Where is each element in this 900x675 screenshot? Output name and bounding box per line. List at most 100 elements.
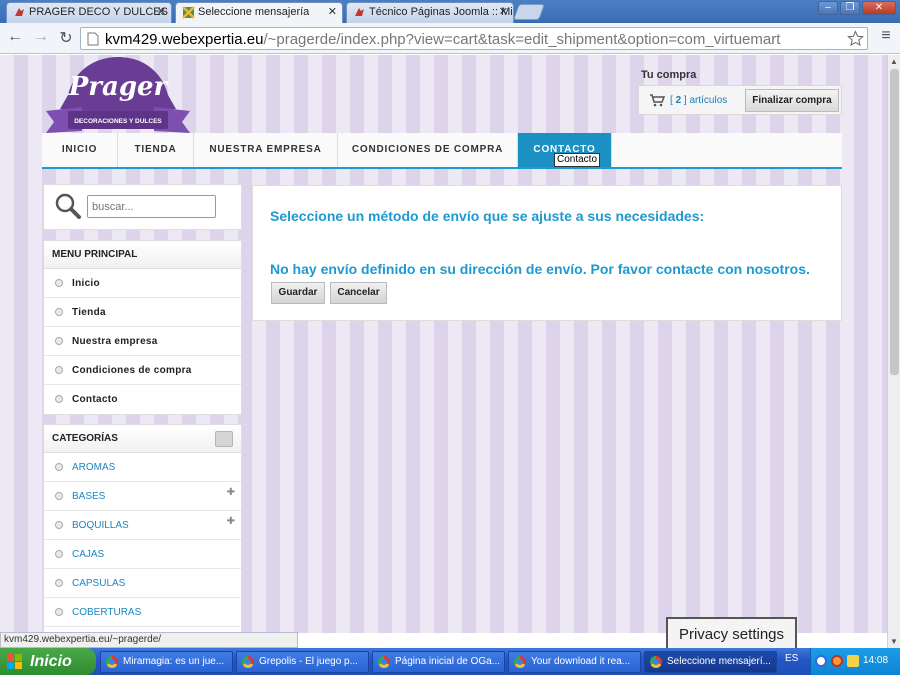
main-menu-item-condiciones[interactable]: Condiciones de compra xyxy=(44,356,241,385)
task-label: Miramagia: es un jue... xyxy=(123,656,225,667)
task-label: Your download it rea... xyxy=(531,656,631,667)
checkout-button[interactable]: Finalizar compra xyxy=(745,89,839,112)
tab-close-icon[interactable]: ✕ xyxy=(157,3,166,22)
main-menu-item-tienda[interactable]: Tienda xyxy=(44,298,241,327)
chrome-icon xyxy=(378,656,390,668)
category-label: CAJAS xyxy=(72,549,105,560)
category-item-capsulas[interactable]: CAPSULAS xyxy=(44,569,241,598)
page-icon xyxy=(87,32,99,46)
categories-module: CATEGORÍAS AROMAS BASES ✚ BOQUILLAS ✚ CAJA… xyxy=(43,424,242,633)
tab-title: Seleccione mensajería xyxy=(198,6,310,18)
main-menu-item-contacto[interactable]: Contacto xyxy=(44,385,241,414)
bullet-icon xyxy=(55,463,63,471)
browser-toolbar: ← → ↻ kvm429.webexpertia.eu/~pragerde/in… xyxy=(0,23,900,54)
menu-item-label: Tienda xyxy=(72,307,106,318)
category-item-aromas[interactable]: AROMAS xyxy=(44,453,241,482)
tab-tecnico-joomla[interactable]: Técnico Páginas Joomla :: Mi ✕ xyxy=(346,2,514,23)
category-label: CAPSULAS xyxy=(72,578,126,589)
reload-icon[interactable]: ↻ xyxy=(56,28,76,48)
start-button[interactable]: Inicio xyxy=(0,648,96,675)
cart-title: Tu compra xyxy=(641,69,697,81)
language-indicator[interactable]: ES xyxy=(785,653,798,664)
tab-close-icon[interactable]: ✕ xyxy=(499,3,508,22)
start-label: Inicio xyxy=(30,653,72,670)
task-label: Página inicial de OGa... xyxy=(395,656,501,667)
categories-title: CATEGORÍAS xyxy=(44,425,241,453)
menu-item-label: Contacto xyxy=(72,394,118,405)
forward-arrow-icon[interactable]: → xyxy=(31,28,51,46)
bullet-icon xyxy=(55,366,63,374)
main-menu-item-inicio[interactable]: Inicio xyxy=(44,269,241,298)
bookmark-star-icon[interactable] xyxy=(847,30,864,47)
category-label: BOQUILLAS xyxy=(72,520,129,531)
page-scrollbar[interactable]: ▲ ▼ xyxy=(887,55,900,648)
expand-arrow-icon[interactable]: ✚ xyxy=(227,507,235,536)
joomla-favicon-icon xyxy=(355,8,364,16)
cart-count-label: artículos xyxy=(689,95,728,106)
category-item-coberturas[interactable]: COBERTURAS xyxy=(44,598,241,627)
tab-close-icon[interactable]: ✕ xyxy=(328,3,337,22)
menu-item-label: Inicio xyxy=(72,278,100,289)
tab-title: Técnico Páginas Joomla :: Mi xyxy=(369,6,513,18)
category-item-cajas[interactable]: CAJAS xyxy=(44,540,241,569)
bullet-icon xyxy=(55,579,63,587)
tab-seleccione-mensajeria[interactable]: Seleccione mensajería ✕ xyxy=(175,2,343,23)
bullet-icon xyxy=(55,395,63,403)
shipment-panel: Seleccione un método de envío que se aju… xyxy=(252,185,842,321)
chrome-icon xyxy=(106,656,118,668)
tray-network-icon[interactable] xyxy=(847,655,859,667)
logo-name: Prager xyxy=(68,72,170,102)
url-path: /~pragerde/index.php?view=cart&task=edit… xyxy=(263,31,781,48)
tray-back-icon[interactable] xyxy=(815,655,827,667)
new-tab-button[interactable] xyxy=(513,4,545,20)
save-button[interactable]: Guardar xyxy=(271,282,325,304)
privacy-settings-button[interactable]: Privacy settings xyxy=(666,617,797,650)
menu-item-label: Condiciones de compra xyxy=(72,365,192,376)
categories-title-text: CATEGORÍAS xyxy=(52,433,118,444)
shipment-heading: Seleccione un método de envío que se aju… xyxy=(270,208,705,224)
joomla-favicon-icon xyxy=(15,8,24,16)
clock[interactable]: 14:08 xyxy=(863,655,888,666)
prager-logo[interactable]: Prager DECORACIONES Y DULCES xyxy=(42,55,194,135)
main-menu-item-nuestra-empresa[interactable]: Nuestra empresa xyxy=(44,327,241,356)
nav-tienda[interactable]: TIENDA xyxy=(118,133,194,167)
windows-taskbar: Inicio Miramagia: es un jue... Grepolis … xyxy=(0,648,900,675)
shopping-cart-icon xyxy=(650,94,665,107)
minimize-button[interactable]: – xyxy=(818,1,838,15)
back-arrow-icon[interactable]: ← xyxy=(5,28,25,46)
search-module xyxy=(43,184,242,230)
taskbar-item-miramagia[interactable]: Miramagia: es un jue... xyxy=(100,651,233,673)
scrollbar-thumb[interactable] xyxy=(890,69,899,375)
taskbar-item-ogame[interactable]: Página inicial de OGa... xyxy=(372,651,505,673)
category-label: COBERTURAS xyxy=(72,607,142,618)
search-icon[interactable] xyxy=(54,192,82,220)
category-item-boquillas[interactable]: BOQUILLAS ✚ xyxy=(44,511,241,540)
tab-prager-deco[interactable]: PRAGER DECO Y DULCES - A ✕ xyxy=(6,2,172,23)
browser-menu-icon[interactable]: ≡ xyxy=(876,27,896,45)
nav-nuestra-empresa[interactable]: NUESTRA EMPRESA xyxy=(194,133,338,167)
category-item-bases[interactable]: BASES ✚ xyxy=(44,482,241,511)
maximize-button[interactable]: ❐ xyxy=(840,1,860,15)
taskbar-item-grepolis[interactable]: Grepolis - El juego p... xyxy=(236,651,369,673)
box-icon xyxy=(215,431,233,447)
cart-count-number: 2 xyxy=(675,95,682,106)
tray-app-icon[interactable] xyxy=(831,655,843,667)
scroll-down-arrow-icon[interactable]: ▼ xyxy=(890,637,898,646)
expand-arrow-icon[interactable]: ✚ xyxy=(227,478,235,507)
close-window-button[interactable]: ✕ xyxy=(862,1,896,15)
search-input[interactable] xyxy=(87,195,216,218)
main-menu-title: MENU PRINCIPAL xyxy=(44,241,241,269)
chrome-icon xyxy=(514,656,526,668)
nav-condiciones-de-compra[interactable]: CONDICIONES DE COMPRA xyxy=(338,133,518,167)
browser-tab-strip: PRAGER DECO Y DULCES - A ✕ Seleccione me… xyxy=(0,0,900,23)
bullet-icon xyxy=(55,308,63,316)
nav-inicio[interactable]: INICIO xyxy=(42,133,118,167)
nav-tooltip: Contacto xyxy=(554,153,601,167)
address-bar[interactable]: kvm429.webexpertia.eu/~pragerde/index.ph… xyxy=(80,27,868,50)
scroll-up-arrow-icon[interactable]: ▲ xyxy=(890,57,898,66)
cancel-button[interactable]: Cancelar xyxy=(330,282,387,304)
taskbar-item-seleccione[interactable]: Seleccione mensajerí... xyxy=(644,651,777,673)
cart-item-count[interactable]: [ 2 ] artículos xyxy=(670,95,727,106)
taskbar-item-download[interactable]: Your download it rea... xyxy=(508,651,641,673)
bullet-icon xyxy=(55,608,63,616)
